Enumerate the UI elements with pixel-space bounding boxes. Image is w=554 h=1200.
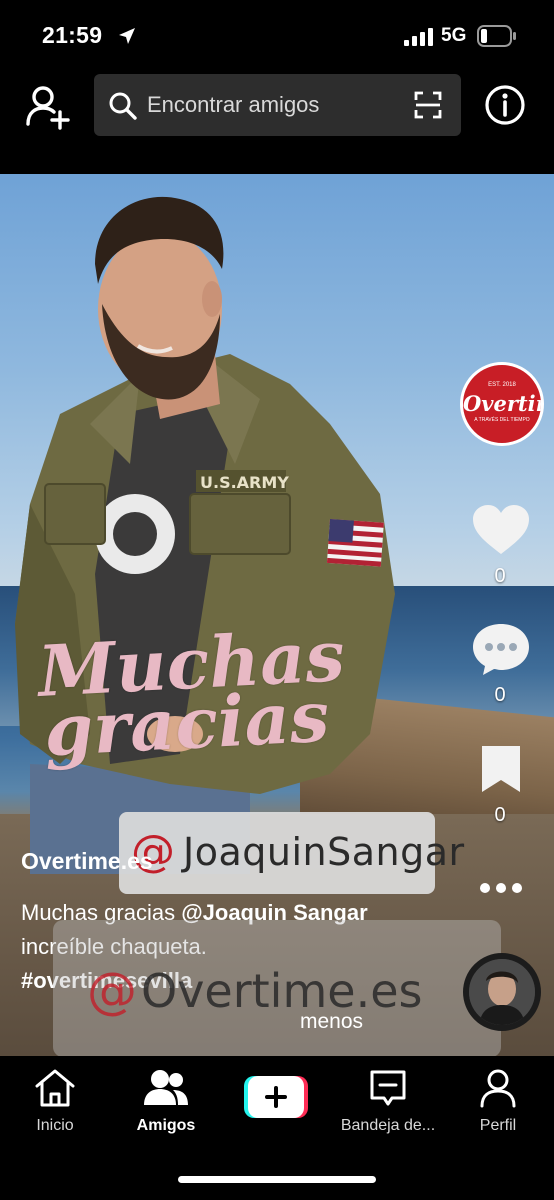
inbox-icon bbox=[370, 1070, 406, 1106]
more-options-icon[interactable] bbox=[478, 878, 524, 898]
jacket-label: U.S.ARMY bbox=[200, 473, 289, 492]
battery-icon bbox=[477, 25, 516, 47]
nav-item-bandeja[interactable]: Bandeja de... bbox=[333, 1068, 443, 1135]
overlay-text-gracias: gracias bbox=[42, 674, 332, 773]
like-count: 0 bbox=[494, 565, 506, 587]
top-bar: Encontrar amigos bbox=[0, 72, 554, 140]
status-bar: 21:59 5G bbox=[0, 0, 554, 70]
nav-item-perfil[interactable]: Perfil bbox=[443, 1068, 553, 1135]
logo-brand: Overtime bbox=[463, 391, 541, 416]
nav-label-bandeja: Bandeja de... bbox=[340, 1117, 436, 1134]
creator-avatar[interactable]: EST. 2018 Overtime A TRAVÉS DEL TIEMPO bbox=[460, 362, 544, 446]
add-friend-icon[interactable] bbox=[24, 84, 70, 130]
search-icon bbox=[109, 92, 137, 120]
create-plus-icon[interactable] bbox=[244, 1076, 308, 1118]
music-disc-face-icon bbox=[469, 959, 535, 1025]
nav-item-amigos[interactable]: Amigos bbox=[111, 1068, 221, 1135]
bottom-navigation: Inicio Amigos Bandeja de... Perfil bbox=[0, 1056, 554, 1200]
search-input[interactable]: Encontrar amigos bbox=[94, 74, 461, 136]
info-icon[interactable] bbox=[484, 84, 526, 126]
save-count: 0 bbox=[494, 804, 506, 826]
comment-count: 0 bbox=[494, 684, 506, 706]
friends-icon bbox=[144, 1070, 188, 1105]
brand-watermark-overlay: @ Overtime.es bbox=[53, 920, 501, 1057]
logo-subtitle: A TRAVÉS DEL TIEMPO bbox=[474, 417, 530, 423]
profile-icon bbox=[480, 1069, 516, 1108]
nav-label-inicio: Inicio bbox=[36, 1117, 74, 1134]
scan-code-icon[interactable] bbox=[414, 91, 442, 119]
status-time: 21:59 bbox=[42, 22, 103, 48]
caption-username[interactable]: Overtime.es bbox=[21, 848, 153, 875]
search-placeholder: Encontrar amigos bbox=[147, 92, 320, 117]
location-arrow-icon bbox=[119, 28, 135, 44]
show-less-link[interactable]: menos bbox=[300, 1010, 363, 1034]
mention-handle: JoaquinSangar bbox=[183, 830, 465, 874]
nav-label-amigos: Amigos bbox=[136, 1117, 196, 1134]
network-type: 5G bbox=[441, 25, 467, 46]
nav-label-perfil: Perfil bbox=[479, 1117, 517, 1134]
music-disc-avatar[interactable] bbox=[463, 953, 541, 1031]
bookmark-icon[interactable] bbox=[480, 744, 522, 794]
comment-icon[interactable] bbox=[472, 622, 530, 676]
home-icon bbox=[35, 1069, 75, 1107]
like-heart-icon[interactable] bbox=[472, 504, 530, 556]
watermark-at-sign: @ bbox=[87, 962, 137, 1020]
watermark-brand: Overtime.es bbox=[141, 964, 423, 1018]
cellular-signal-icon bbox=[404, 28, 433, 46]
home-indicator[interactable] bbox=[178, 1176, 376, 1183]
logo-est: EST. 2018 bbox=[488, 382, 516, 388]
video-mention-sticker: @ JoaquinSangar bbox=[119, 812, 464, 894]
nav-item-inicio[interactable]: Inicio bbox=[0, 1068, 110, 1135]
